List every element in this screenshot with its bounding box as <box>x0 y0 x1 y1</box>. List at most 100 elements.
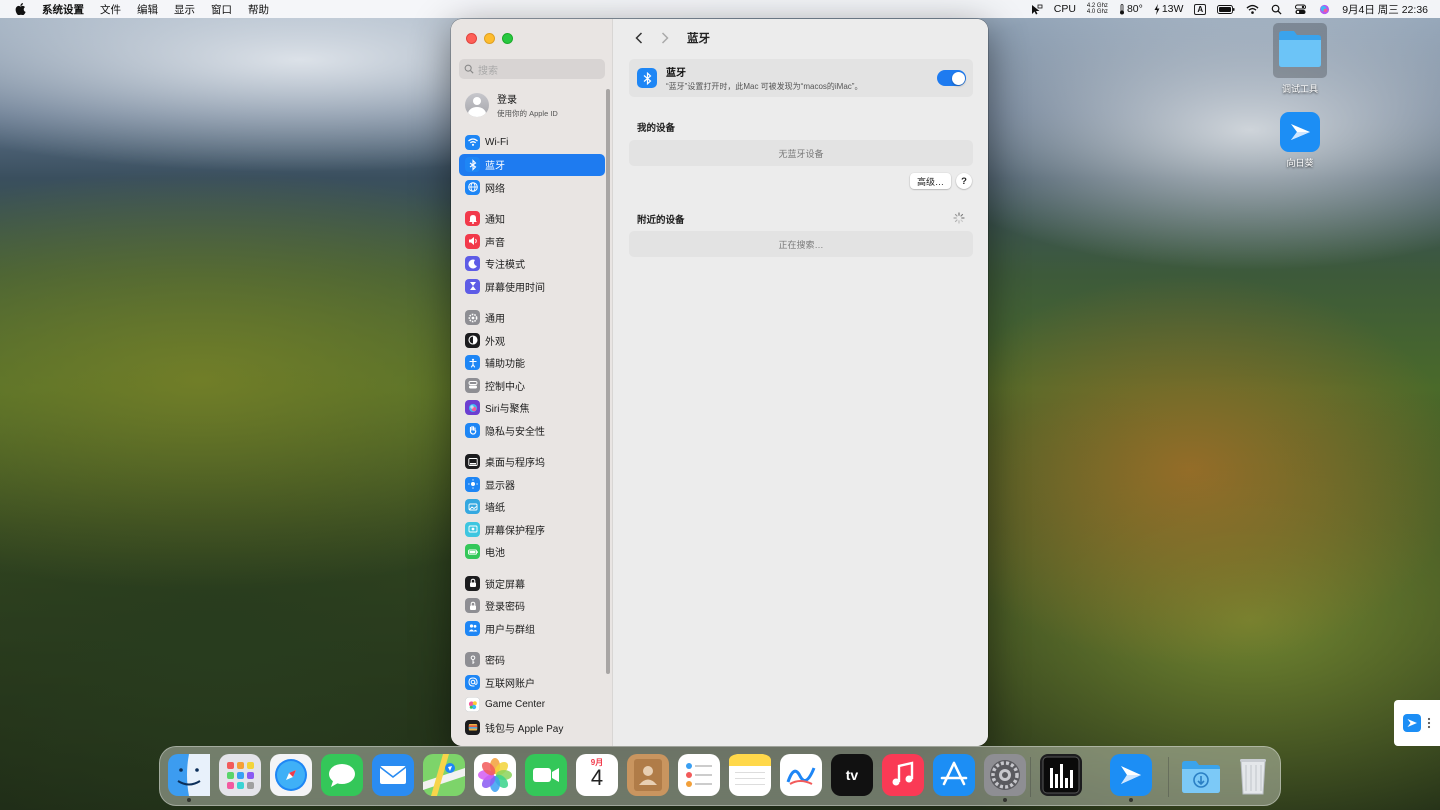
chevron-left-icon <box>635 32 643 44</box>
system-settings-icon[interactable] <box>984 754 1026 802</box>
bluetooth-description: “蓝牙”设置打开时，此Mac 可被发现为“macos的iMac”。 <box>666 82 863 91</box>
sidebar-item[interactable]: 显示器 <box>459 473 605 496</box>
input-source[interactable]: A <box>1194 3 1207 15</box>
back-button[interactable] <box>629 28 649 48</box>
launchpad-icon[interactable] <box>219 754 261 796</box>
menu-file[interactable]: 文件 <box>100 2 121 17</box>
photos-icon[interactable] <box>474 754 516 796</box>
menu-help[interactable]: 帮助 <box>248 2 269 17</box>
moon-icon <box>465 256 480 272</box>
sidebar-group: 锁定屏幕 登录密码 用户与群组 <box>459 572 605 640</box>
freeform-icon[interactable] <box>780 754 822 796</box>
sidebar-item[interactable]: 外观 <box>459 329 605 352</box>
reminders-icon[interactable] <box>678 754 720 796</box>
sidebar-item-label: 桌面与程序坞 <box>485 458 545 470</box>
bluetooth-toggle[interactable] <box>937 70 966 86</box>
minimize-button[interactable] <box>484 33 495 44</box>
siri-icon[interactable] <box>1318 4 1331 15</box>
sidebar-item[interactable]: 专注模式 <box>459 253 605 276</box>
calendar-day: 4 <box>590 765 604 790</box>
clock[interactable]: 9月4日 周三 22:36 <box>1342 2 1428 17</box>
maps-icon[interactable] <box>423 754 465 796</box>
temperature-readout[interactable]: 80° <box>1119 3 1143 15</box>
main-content: 蓝牙 蓝牙 “蓝牙”设置打开时，此Mac 可被发现为“macos的iMac”。 … <box>613 19 988 746</box>
apple-id-account[interactable]: 登录 使用你的 Apple ID <box>465 91 558 119</box>
trash-icon[interactable] <box>1232 754 1274 796</box>
wallet-icon <box>465 719 480 735</box>
sidebar-item[interactable]: 用户与群组 <box>459 617 605 640</box>
sidebar-item[interactable]: 网络 <box>459 176 605 199</box>
help-button[interactable]: ? <box>956 173 973 189</box>
sidebar-item[interactable]: 密码 <box>459 649 605 672</box>
app-store-icon[interactable] <box>933 754 975 796</box>
sidebar-item[interactable]: Game Center <box>459 694 605 717</box>
menu-window[interactable]: 窗口 <box>211 2 232 17</box>
sidebar-item[interactable]: 辅助功能 <box>459 352 605 375</box>
wifi-status-icon[interactable] <box>1246 4 1259 15</box>
sidebar-item[interactable]: 屏幕使用时间 <box>459 275 605 298</box>
search-icon <box>464 64 474 74</box>
globe-icon <box>465 179 480 195</box>
sidebar-item[interactable]: 通用 <box>459 307 605 330</box>
dock-separator <box>1168 757 1169 797</box>
menu-app-name[interactable]: 系统设置 <box>42 2 84 17</box>
wallpaper-icon <box>465 499 480 515</box>
control-center-icon[interactable] <box>1294 4 1307 15</box>
cpu-frequency[interactable]: 4.2 Ghz 4.0 Ghz <box>1087 3 1108 15</box>
messages-icon[interactable] <box>321 754 363 796</box>
sidebar-item[interactable]: 声音 <box>459 230 605 253</box>
menu-edit[interactable]: 编辑 <box>137 2 158 17</box>
zoom-button[interactable] <box>502 33 513 44</box>
notes-icon[interactable] <box>729 754 771 796</box>
sidebar-item[interactable]: 屏幕保护程序 <box>459 518 605 541</box>
sidebar-item[interactable]: 电池 <box>459 541 605 564</box>
sidebar-item[interactable]: 桌面与程序坞 <box>459 451 605 474</box>
spotlight-icon[interactable] <box>1270 4 1283 15</box>
sidebar-item[interactable]: 通知 <box>459 208 605 231</box>
sidebar-item-label: 互联网账户 <box>485 678 535 690</box>
music-icon[interactable] <box>882 754 924 796</box>
finder-icon[interactable] <box>168 754 210 802</box>
desktop-item-sunlogin[interactable]: 向日葵 <box>1270 112 1330 169</box>
desktop-item-debug-tools[interactable]: 调试工具 <box>1270 23 1330 95</box>
sidebar-item-label: 显示器 <box>485 480 515 492</box>
cursor-icon[interactable] <box>1030 4 1043 15</box>
sidebar-item[interactable]: 钱包与 Apple Pay <box>459 716 605 739</box>
thermometer-icon <box>1119 3 1124 14</box>
sidebar-item[interactable]: 隐私与安全性 <box>459 419 605 442</box>
sunlogin-floating-widget[interactable] <box>1394 700 1440 746</box>
facetime-icon[interactable] <box>525 754 567 796</box>
sidebar-item[interactable]: 锁定屏幕 <box>459 572 605 595</box>
apple-tv-icon[interactable]: tv <box>831 754 873 796</box>
sidebar-item-label: 墙纸 <box>485 503 505 515</box>
advanced-button[interactable]: 高级… <box>910 173 952 189</box>
close-button[interactable] <box>466 33 477 44</box>
safari-icon[interactable] <box>270 754 312 796</box>
apple-menu-icon[interactable] <box>15 3 26 15</box>
sidebar-search-field[interactable]: 搜索 <box>459 59 605 79</box>
forward-button[interactable] <box>655 28 675 48</box>
page-title: 蓝牙 <box>687 33 710 45</box>
power-readout[interactable]: 13W <box>1154 3 1184 15</box>
sunlogin-icon[interactable] <box>1110 754 1152 802</box>
downloads-folder-icon[interactable] <box>1180 754 1222 796</box>
battery-status-icon[interactable] <box>1217 4 1235 15</box>
sidebar-item-label: 网络 <box>485 183 505 195</box>
activity-monitor-icon[interactable] <box>1040 754 1082 796</box>
mail-icon[interactable] <box>372 754 414 796</box>
sidebar-item[interactable]: 互联网账户 <box>459 671 605 694</box>
avatar <box>465 93 489 117</box>
sidebar-item[interactable]: Wi-Fi <box>459 131 605 154</box>
power-value: 13W <box>1161 3 1184 15</box>
game-center-icon <box>465 697 480 713</box>
sidebar-item[interactable]: 控制中心 <box>459 374 605 397</box>
sidebar-item[interactable]: 墙纸 <box>459 496 605 519</box>
sidebar-item[interactable]: Siri与聚焦 <box>459 397 605 420</box>
calendar-icon[interactable]: 9月 4 <box>576 754 618 796</box>
cpu-label[interactable]: CPU <box>1054 3 1076 15</box>
sidebar-scrollbar[interactable] <box>606 89 610 674</box>
sidebar-item[interactable]: 蓝牙 <box>459 153 605 176</box>
contacts-icon[interactable] <box>627 754 669 796</box>
sidebar-item[interactable]: 登录密码 <box>459 595 605 618</box>
menu-view[interactable]: 显示 <box>174 2 195 17</box>
